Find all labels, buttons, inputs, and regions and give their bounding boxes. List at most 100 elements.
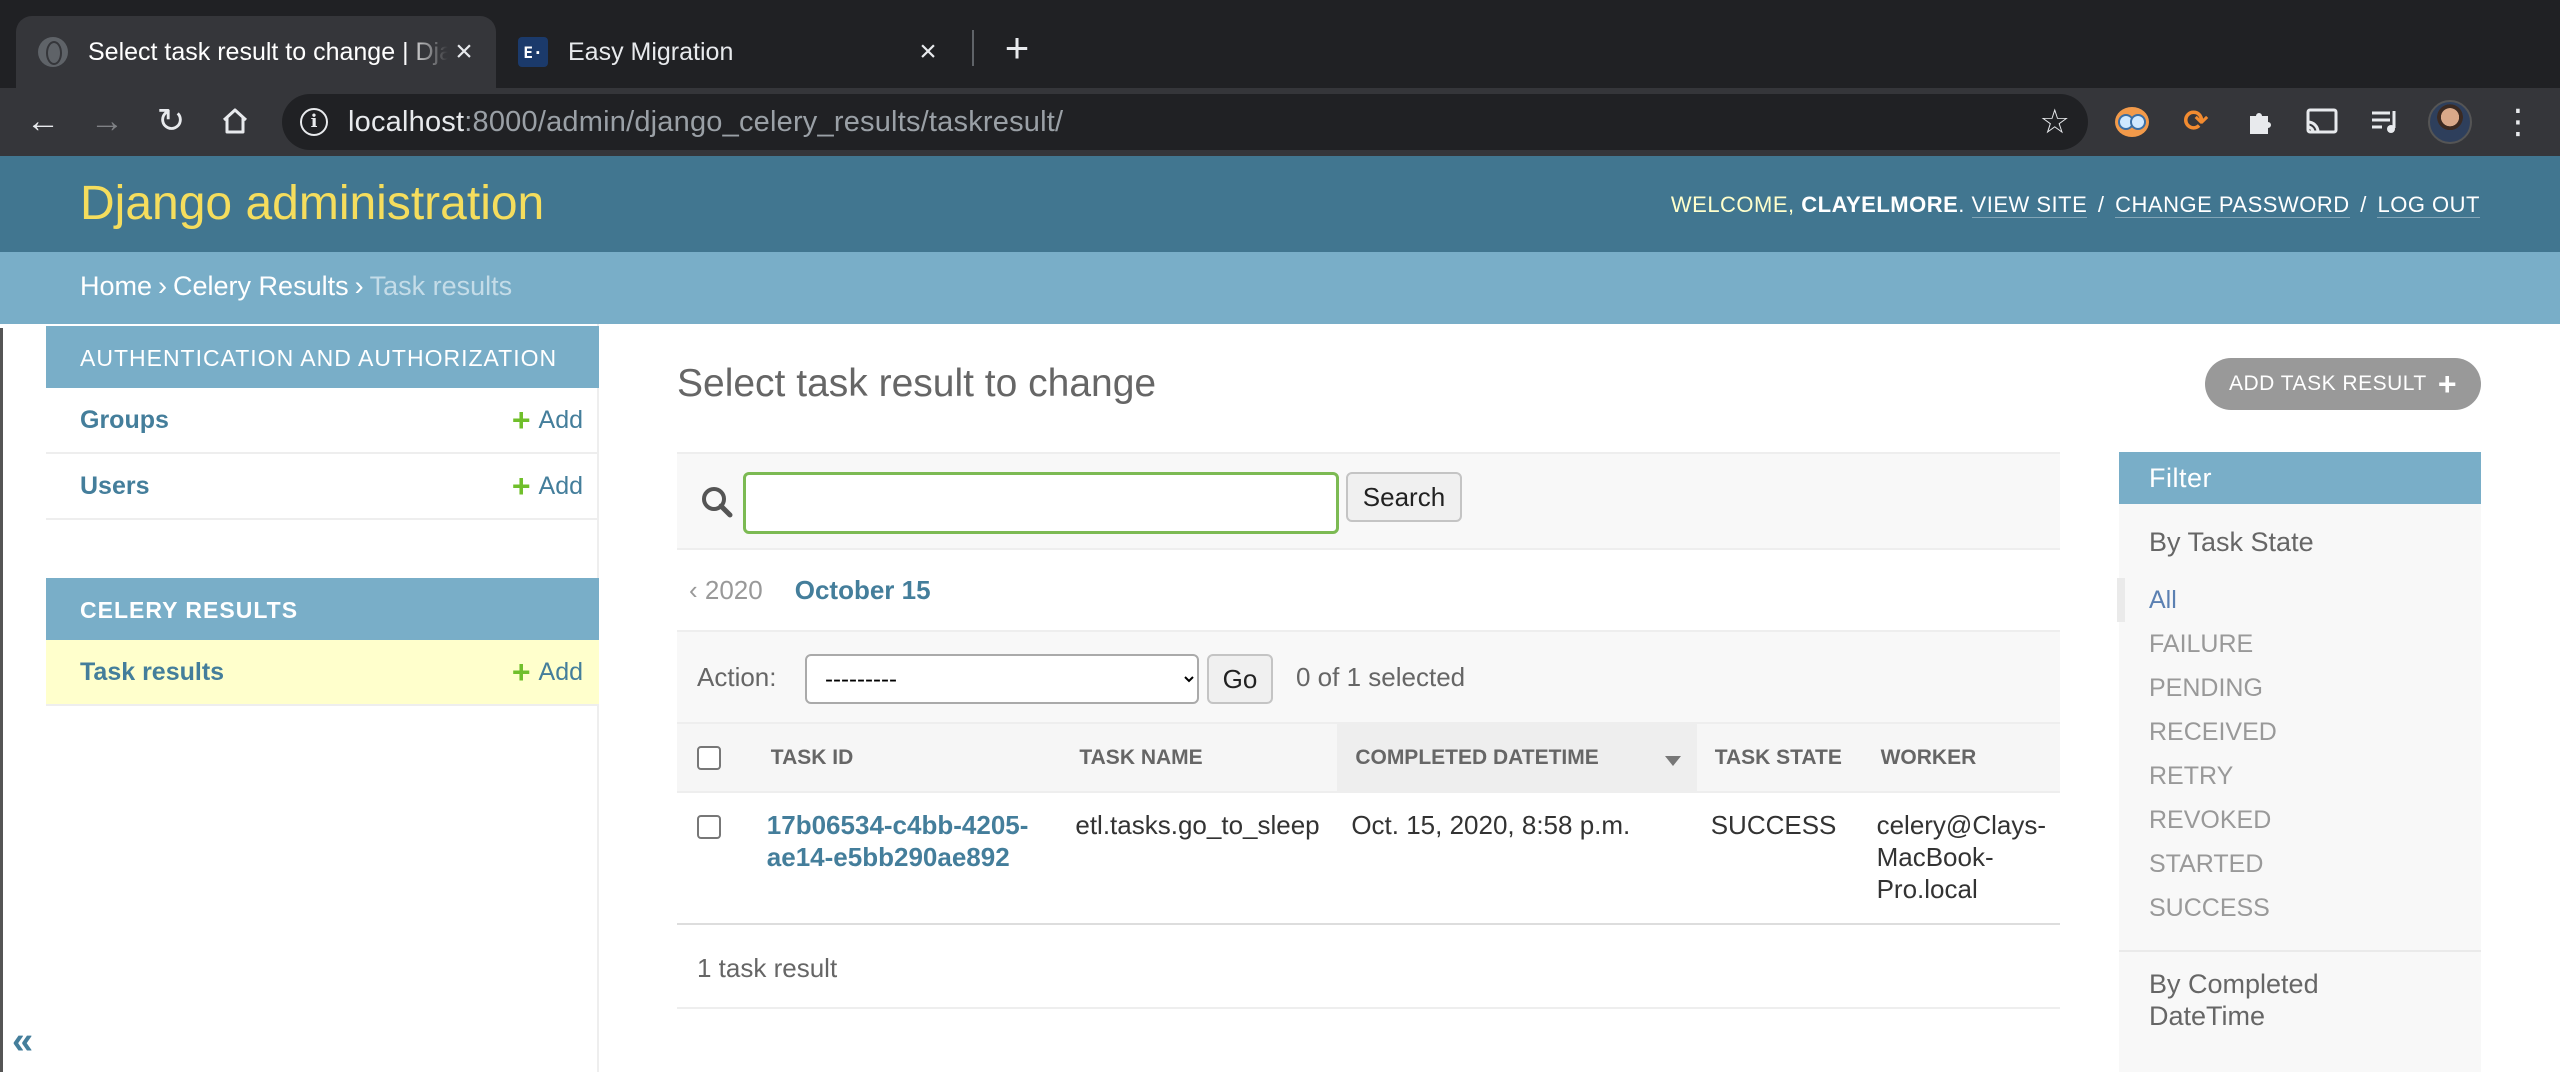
module-auth: Authentication and Authorization Groups … xyxy=(46,326,599,520)
select-all-checkbox[interactable] xyxy=(697,745,721,770)
filter-option-revoked[interactable]: REVOKED xyxy=(2149,798,2451,842)
url-text: localhost:8000/admin/django_celery_resul… xyxy=(348,106,1064,138)
result-list-table: Task ID Task name Completed datetime Tas… xyxy=(677,724,2060,925)
tab-title: Easy Migration xyxy=(568,37,734,66)
home-icon[interactable] xyxy=(212,98,258,144)
plus-icon: + xyxy=(511,654,531,690)
sidebar-item-users[interactable]: Users + Add xyxy=(46,454,599,520)
username: clayelmore xyxy=(1801,192,1959,217)
profile-avatar[interactable] xyxy=(2428,100,2472,144)
breadcrumb-app[interactable]: Celery Results xyxy=(173,271,349,301)
tab-title: Select task result to change | Django si… xyxy=(88,37,448,66)
paginator: 1 task result xyxy=(677,925,2060,1009)
filter-option-success[interactable]: SUCCESS xyxy=(2149,886,2451,930)
action-counter: 0 of 1 selected xyxy=(1296,662,1466,692)
nav-sidebar: Authentication and Authorization Groups … xyxy=(0,324,599,1072)
plus-icon: + xyxy=(2437,365,2457,402)
model-link[interactable]: Task results xyxy=(80,658,512,687)
tab-easy-migration[interactable]: E· Easy Migration × xyxy=(500,16,960,88)
task-id-cell: 17b06534-c4bb-4205- ae14-e5bb290ae892 xyxy=(752,792,1062,925)
change-password-link[interactable]: Change password xyxy=(2115,192,2350,218)
date-back-link[interactable]: ‹ 2020 xyxy=(689,575,763,606)
go-button[interactable]: Go xyxy=(1207,654,1273,704)
column-task-id[interactable]: Task ID xyxy=(752,724,1062,793)
new-tab-icon[interactable]: + xyxy=(994,26,1040,72)
extension-owl-icon[interactable] xyxy=(2110,100,2154,144)
model-link[interactable]: Groups xyxy=(80,406,512,435)
bookmark-star-icon[interactable]: ☆ xyxy=(2040,102,2070,142)
admin-header: Django administration Welcome, clayelmor… xyxy=(0,156,2560,252)
sort-descending-icon[interactable] xyxy=(1664,756,1681,766)
browser-tab-bar: Select task result to change | Django si… xyxy=(0,0,2560,88)
menu-kebab-icon[interactable]: ⋮ xyxy=(2496,100,2540,144)
view-site-link[interactable]: View site xyxy=(1971,192,2088,218)
model-link[interactable]: Users xyxy=(80,472,512,501)
filter-option-received[interactable]: RECEIVED xyxy=(2149,710,2451,754)
filter-option-pending[interactable]: PENDING xyxy=(2149,666,2451,710)
filter-option-retry[interactable]: RETRY xyxy=(2149,754,2451,798)
module-caption[interactable]: Celery Results xyxy=(46,578,599,640)
browser-toolbar: ← → ↻ i localhost:8000/admin/django_cele… xyxy=(0,88,2560,156)
easy-migration-icon: E· xyxy=(518,37,548,67)
module-celery-results: Celery Results Task results + Add xyxy=(46,578,599,706)
plus-icon: + xyxy=(511,402,531,438)
close-icon[interactable]: × xyxy=(448,36,480,68)
cast-icon[interactable] xyxy=(2300,100,2344,144)
sidebar-edge xyxy=(0,328,3,1072)
tab-django-admin[interactable]: Select task result to change | Django si… xyxy=(16,16,496,88)
add-groups-link[interactable]: + Add xyxy=(512,404,583,436)
filter-option-all[interactable]: All xyxy=(2117,578,2451,622)
filter-heading: By Completed DateTime xyxy=(2149,969,2319,1031)
search-input[interactable] xyxy=(743,472,1339,534)
add-task-result-button[interactable]: Add task result + xyxy=(2205,358,2481,410)
worker-cell: celery@Clays- MacBook- Pro.local xyxy=(1862,792,2060,925)
reload-icon[interactable]: ↻ xyxy=(148,98,194,144)
search-button[interactable]: Search xyxy=(1346,472,1462,522)
filter-heading: By Task State xyxy=(2149,527,2314,557)
site-branding[interactable]: Django administration xyxy=(80,176,544,231)
add-users-link[interactable]: + Add xyxy=(512,470,583,502)
filter-title: Filter xyxy=(2119,452,2481,504)
user-tools: Welcome, clayelmore. View site / Change … xyxy=(1670,192,2480,218)
breadcrumb-current: Task results xyxy=(369,271,513,301)
action-label: Action: xyxy=(697,662,777,692)
module-caption[interactable]: Authentication and Authorization xyxy=(46,326,599,388)
completed-datetime-cell: Oct. 15, 2020, 8:58 p.m. xyxy=(1337,792,1697,925)
close-icon[interactable]: × xyxy=(912,36,944,68)
welcome-text: Welcome, xyxy=(1670,192,1795,217)
page-title: Select task result to change xyxy=(677,362,1157,405)
media-control-icon[interactable] xyxy=(2364,100,2408,144)
search-toolbar: Search xyxy=(677,452,2060,550)
tab-separator xyxy=(972,30,974,66)
row-select-cell xyxy=(677,792,753,925)
log-out-link[interactable]: Log out xyxy=(2377,192,2480,218)
back-arrow-icon[interactable]: ← xyxy=(20,98,66,144)
actions-bar: Action: --------- Go 0 of 1 selected xyxy=(677,632,2060,724)
filter-option-failure[interactable]: FAILURE xyxy=(2149,622,2451,666)
sidebar-item-groups[interactable]: Groups + Add xyxy=(46,388,599,454)
filter-group-task-state: By Task State All FAILURE PENDING RECEIV… xyxy=(2117,526,2481,930)
table-row: 17b06534-c4bb-4205- ae14-e5bb290ae892 etl… xyxy=(677,792,2060,925)
sidebar-item-task-results[interactable]: Task results + Add xyxy=(46,640,599,706)
site-info-icon[interactable]: i xyxy=(300,108,328,136)
extension-sync-icon[interactable]: ⟳ xyxy=(2174,100,2218,144)
collapse-sidebar-icon[interactable]: « xyxy=(12,1020,33,1063)
action-select[interactable]: --------- xyxy=(805,654,1199,704)
extensions-puzzle-icon[interactable] xyxy=(2238,100,2282,144)
column-completed-datetime[interactable]: Completed datetime xyxy=(1337,724,1697,793)
filter-group-completed-datetime: By Completed DateTime xyxy=(2119,968,2481,1032)
breadcrumb-home[interactable]: Home xyxy=(80,271,152,301)
filter-option-started[interactable]: STARTED xyxy=(2149,842,2451,886)
forward-arrow-icon[interactable]: → xyxy=(84,98,130,144)
globe-icon xyxy=(38,37,68,67)
add-task-results-link[interactable]: + Add xyxy=(512,656,583,688)
task-state-cell: SUCCESS xyxy=(1696,792,1863,925)
column-task-name[interactable]: Task name xyxy=(1061,724,1338,793)
row-checkbox[interactable] xyxy=(697,815,721,840)
address-bar[interactable]: i localhost:8000/admin/django_celery_res… xyxy=(282,94,2088,150)
column-worker[interactable]: Worker xyxy=(1862,724,2060,793)
breadcrumb: Home › Celery Results › Task results xyxy=(0,252,2560,324)
column-task-state[interactable]: Task state xyxy=(1696,724,1863,793)
changelist-filter: Filter By Task State All FAILURE PENDING… xyxy=(2117,452,2481,1072)
task-id-link[interactable]: 17b06534-c4bb-4205- ae14-e5bb290ae892 xyxy=(767,810,1029,872)
